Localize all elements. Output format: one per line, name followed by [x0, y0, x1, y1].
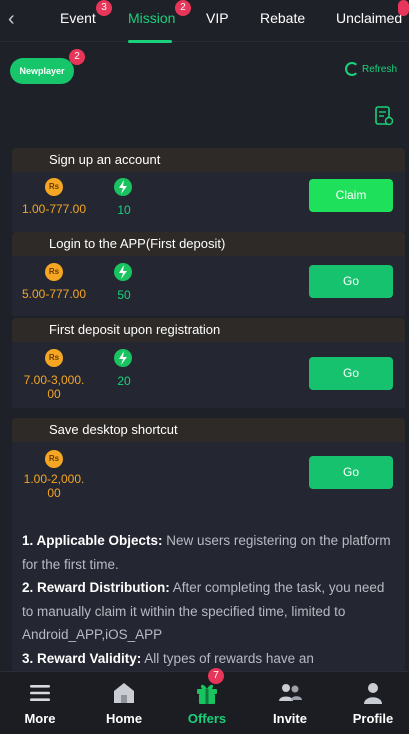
go-button[interactable]: Go	[309, 456, 393, 489]
users-icon	[279, 684, 302, 701]
nav-offers-badge: 7	[208, 668, 224, 684]
reward-amount-line2: 00	[47, 486, 61, 500]
rupee-coin-icon: Rs	[45, 450, 63, 468]
reward-amount: 5.00-777.00	[21, 287, 87, 301]
nav-more-label: More	[24, 711, 56, 726]
task-body: Rs 1.00-2,000. 00 Go	[12, 442, 405, 526]
home-icon	[114, 683, 134, 703]
nav-invite[interactable]: Invite	[260, 680, 320, 726]
reward-amount: 1.00-777.00	[21, 202, 87, 216]
task-title: Sign up an account	[12, 148, 405, 172]
tab-vip[interactable]: VIP	[206, 10, 229, 26]
reward-points: 20	[117, 374, 131, 388]
refresh-label: Refresh	[361, 63, 397, 75]
reward-amount-line1: 1.00-2,000.	[23, 472, 85, 486]
rules-text: 1. Applicable Objects: New users registe…	[12, 516, 405, 671]
task-card-signup: Sign up an account Rs 1.00-777.00 10 Cla…	[12, 148, 405, 232]
newplayer-badge: 2	[69, 49, 85, 65]
nav-offers-label: Offers	[187, 711, 227, 726]
nav-profile[interactable]: Profile	[343, 680, 403, 726]
menu-icon	[30, 685, 50, 701]
task-card-desktop-shortcut: Save desktop shortcut Rs 1.00-2,000. 00 …	[12, 418, 405, 526]
nav-home[interactable]: Home	[94, 680, 154, 726]
rupee-coin-icon: Rs	[45, 263, 63, 281]
tab-rebate[interactable]: Rebate	[260, 10, 305, 26]
go-button[interactable]: Go	[309, 357, 393, 390]
rule-1-label: 1. Applicable Objects:	[22, 533, 163, 548]
lightning-icon	[114, 349, 132, 367]
task-title: Login to the APP(First deposit)	[12, 232, 405, 256]
rupee-coin-icon: Rs	[45, 349, 63, 367]
refresh-icon	[344, 62, 359, 76]
reward-amount-line1: 7.00-3,000.	[23, 373, 85, 387]
rule-3-text: All types of rewards have an	[141, 650, 314, 666]
back-icon[interactable]: ‹	[8, 8, 28, 30]
task-body: Rs 1.00-777.00 10 Claim	[12, 172, 405, 232]
nav-offers[interactable]: Offers	[177, 680, 237, 726]
lightning-icon	[114, 178, 132, 196]
tab-mission[interactable]: Mission	[128, 10, 175, 26]
rule-3-label: 3. Reward Validity:	[22, 650, 142, 666]
active-tab-indicator	[128, 40, 172, 43]
profile-icon	[364, 683, 382, 704]
task-title: Save desktop shortcut	[12, 418, 405, 442]
claim-button[interactable]: Claim	[309, 179, 393, 212]
bottom-nav: More Home Offers 7 Invite Profile	[0, 668, 409, 734]
tab-event-badge: 3	[96, 0, 112, 16]
refresh-button[interactable]: Refresh	[344, 62, 397, 76]
task-card-login-app: Login to the APP(First deposit) Rs 5.00-…	[12, 232, 405, 316]
tab-mission-badge: 2	[175, 0, 191, 16]
task-card-first-deposit: First deposit upon registration Rs 7.00-…	[12, 318, 405, 408]
nav-more[interactable]: More	[10, 680, 70, 726]
newplayer-chip[interactable]: Newplayer	[10, 58, 74, 84]
reward-amount-line2: 00	[47, 387, 61, 401]
record-icon[interactable]	[375, 106, 393, 126]
tab-event[interactable]: Event	[60, 10, 96, 26]
task-body: Rs 7.00-3,000. 00 20 Go	[12, 342, 405, 408]
tab-unclaimed[interactable]: Unclaimed	[336, 10, 402, 26]
lightning-icon	[114, 263, 132, 281]
top-tab-bar: ‹ Event 3 Mission 2 VIP Rebate Unclaimed	[0, 0, 409, 43]
task-title: First deposit upon registration	[12, 318, 405, 342]
reward-points: 10	[117, 203, 131, 217]
task-body: Rs 5.00-777.00 50 Go	[12, 256, 405, 316]
nav-profile-label: Profile	[352, 711, 394, 726]
nav-invite-label: Invite	[273, 711, 307, 726]
tab-unclaimed-badge	[398, 0, 409, 16]
rule-2-label: 2. Reward Distribution:	[22, 580, 170, 595]
nav-home-label: Home	[105, 711, 143, 726]
go-button[interactable]: Go	[309, 265, 393, 298]
rupee-coin-icon: Rs	[45, 178, 63, 196]
reward-points: 50	[117, 288, 131, 302]
